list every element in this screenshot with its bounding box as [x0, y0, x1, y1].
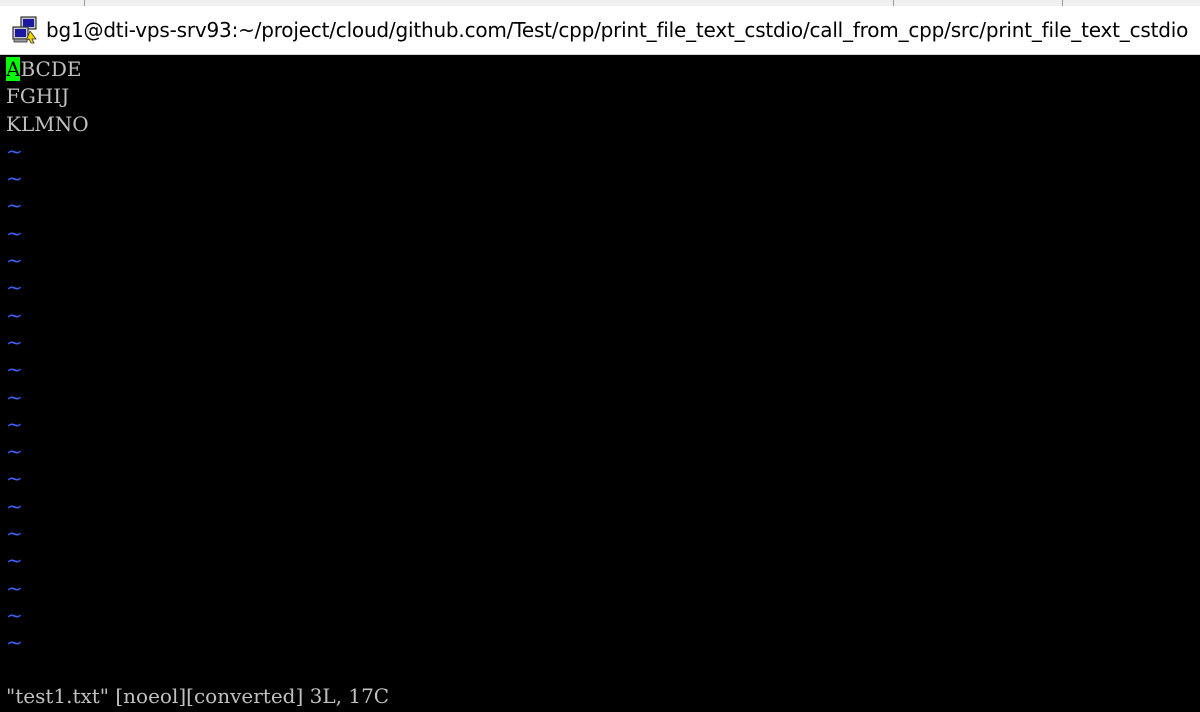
empty-line-marker: ~	[6, 466, 23, 491]
empty-line-marker: ~	[6, 602, 23, 627]
empty-line-marker: ~	[6, 575, 23, 600]
empty-line-marker: ~	[6, 384, 23, 409]
empty-line-marker: ~	[6, 302, 23, 327]
empty-line-marker: ~	[6, 220, 23, 245]
empty-line-marker: ~	[6, 138, 23, 163]
empty-line-marker: ~	[6, 166, 23, 191]
empty-line-marker: ~	[6, 630, 23, 655]
empty-line-marker: ~	[6, 357, 23, 382]
empty-line-marker: ~	[6, 411, 23, 436]
text-line-3: KLMNO	[6, 111, 89, 136]
text-line-1: ABCDE	[0, 56, 1200, 83]
putty-icon[interactable]	[10, 15, 40, 45]
empty-line-marker: ~	[6, 548, 23, 573]
title-bar[interactable]: bg1@dti-vps-srv93:~/project/cloud/github…	[0, 6, 1200, 55]
terminal-area[interactable]: ABCDE FGHIJ KLMNO ~ ~ ~ ~ ~ ~ ~ ~ ~ ~ ~ …	[0, 56, 1200, 712]
text-line-2: FGHIJ	[6, 84, 70, 109]
empty-line-marker: ~	[6, 493, 23, 518]
empty-line-marker: ~	[6, 521, 23, 546]
empty-line-marker: ~	[6, 193, 23, 218]
window-title: bg1@dti-vps-srv93:~/project/cloud/github…	[46, 18, 1189, 42]
cursor: A	[6, 57, 21, 81]
putty-window: bg1@dti-vps-srv93:~/project/cloud/github…	[0, 0, 1200, 712]
empty-line-marker: ~	[6, 248, 23, 273]
empty-line-marker: ~	[6, 439, 23, 464]
status-line: "test1.txt" [noeol][converted] 3L, 17C	[6, 684, 390, 708]
line-1-text: BCDE	[20, 57, 82, 81]
empty-line-marker: ~	[6, 329, 23, 354]
empty-line-marker: ~	[6, 275, 23, 300]
